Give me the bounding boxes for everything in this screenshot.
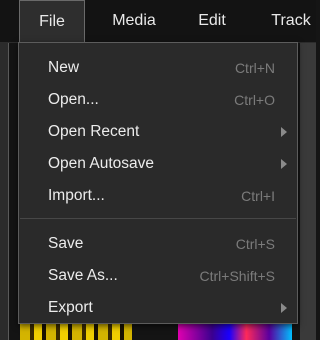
menu-item-save-as[interactable]: Save As... Ctrl+Shift+S — [19, 260, 297, 292]
menu-item-label: Export — [48, 299, 93, 316]
menu-item-label: Open Autosave — [48, 155, 154, 172]
menu-item-label: Open Recent — [48, 123, 140, 140]
menu-item-export[interactable]: Export — [19, 292, 297, 324]
menu-item-new[interactable]: New Ctrl+N — [19, 52, 297, 84]
menu-edit[interactable]: Edit — [184, 0, 240, 42]
chevron-right-icon — [281, 303, 287, 313]
chevron-right-icon — [281, 127, 287, 137]
menu-separator — [20, 218, 296, 219]
left-panel-edge — [0, 0, 9, 340]
shortcut-text: Ctrl+N — [234, 60, 275, 76]
menu-track[interactable]: Track — [254, 0, 320, 42]
menu-item-label: Import... — [48, 187, 105, 204]
shortcut-text: Ctrl+Shift+S — [199, 268, 275, 284]
menu-item-label: Save — [48, 235, 84, 252]
menu-item-open-recent[interactable]: Open Recent — [19, 116, 297, 148]
menu-item-save[interactable]: Save Ctrl+S — [19, 228, 297, 260]
menu-item-import[interactable]: Import... Ctrl+I — [19, 180, 297, 212]
menu-file[interactable]: File — [19, 0, 85, 42]
right-panel-edge — [300, 42, 316, 340]
menu-item-label: New — [48, 59, 80, 76]
media-thumbnail[interactable] — [178, 324, 292, 340]
menu-item-open[interactable]: Open... Ctrl+O — [19, 84, 297, 116]
shortcut-text: Ctrl+I — [241, 188, 275, 204]
media-thumbnail[interactable] — [20, 324, 132, 340]
chevron-right-icon — [281, 159, 287, 169]
menu-media[interactable]: Media — [92, 0, 176, 42]
file-menu-dropdown: New Ctrl+N Open... Ctrl+O Open Recent Op… — [18, 42, 298, 324]
menu-bar: File Media Edit Track — [0, 0, 316, 43]
menu-item-open-autosave[interactable]: Open Autosave — [19, 148, 297, 180]
menu-item-label: Open... — [48, 91, 99, 108]
shortcut-text: Ctrl+S — [235, 236, 275, 252]
menu-item-label: Save As... — [48, 267, 118, 284]
shortcut-text: Ctrl+O — [234, 92, 275, 108]
